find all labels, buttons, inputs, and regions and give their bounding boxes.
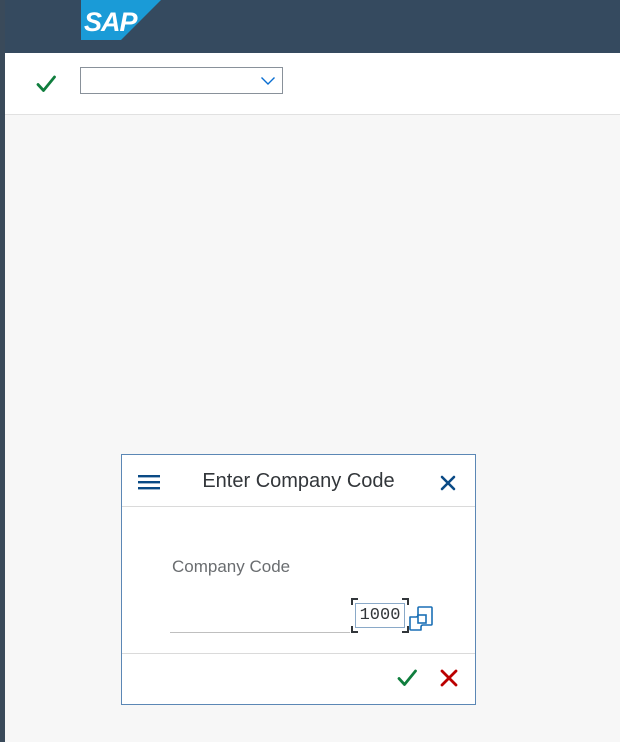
- company-code-dialog: Enter Company Code Company Code: [121, 454, 476, 705]
- company-code-input[interactable]: [355, 603, 405, 628]
- shell-header: SAP: [5, 0, 620, 53]
- toolbar: [5, 53, 620, 115]
- field-underline: [170, 632, 350, 633]
- close-icon: [440, 669, 458, 687]
- command-field-input[interactable]: [85, 70, 250, 91]
- svg-text:SAP: SAP: [84, 7, 139, 37]
- company-code-label: Company Code: [172, 557, 291, 576]
- checkmark-icon: [397, 669, 417, 686]
- enter-button[interactable]: [32, 70, 60, 98]
- dialog-close-button[interactable]: [435, 470, 461, 496]
- dialog-cancel-button[interactable]: [436, 665, 462, 691]
- hamburger-menu-icon[interactable]: [136, 471, 162, 493]
- close-icon: [440, 475, 456, 491]
- checkmark-icon: [36, 75, 56, 92]
- company-code-field[interactable]: [351, 598, 409, 633]
- sap-logo: SAP: [81, 0, 161, 40]
- dialog-footer: [122, 653, 475, 704]
- value-help-icon[interactable]: [409, 603, 433, 631]
- dialog-ok-button[interactable]: [394, 665, 420, 691]
- dialog-body: Company Code: [122, 508, 475, 653]
- command-field[interactable]: [80, 67, 283, 94]
- chevron-down-icon[interactable]: [258, 71, 278, 91]
- dialog-title: Enter Company Code: [202, 470, 395, 492]
- dialog-header: Enter Company Code: [122, 455, 475, 507]
